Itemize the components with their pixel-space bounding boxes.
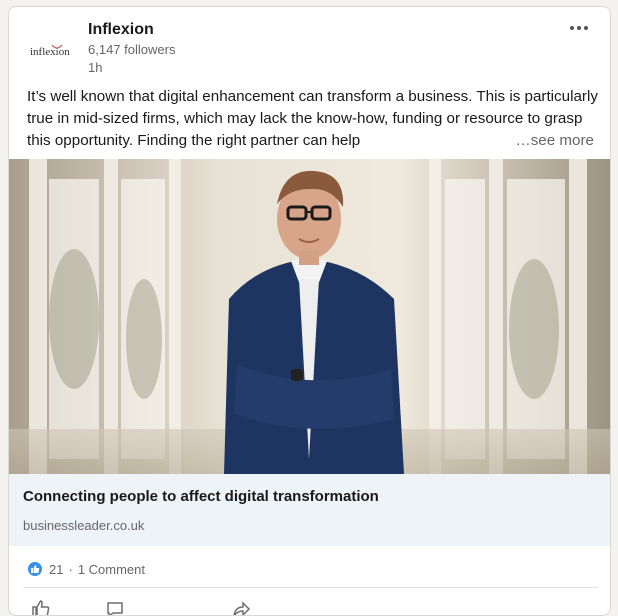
post-actions <box>9 591 610 616</box>
logo-wordmark: inflexion <box>30 46 70 58</box>
post-header: inflexion Inflexion 6,147 followers 1h <box>9 7 610 83</box>
share-icon[interactable] <box>231 599 251 616</box>
social-counts: 21 · 1 Comment <box>27 558 145 580</box>
see-more-link[interactable]: …see more <box>509 130 594 152</box>
like-icon[interactable] <box>31 599 51 616</box>
company-name[interactable]: Inflexion <box>88 21 154 39</box>
feed-post-card: inflexion Inflexion 6,147 followers 1h I… <box>8 6 611 616</box>
comment-count[interactable]: 1 Comment <box>78 562 145 577</box>
inflexion-logo-icon: inflexion <box>30 44 70 58</box>
divider <box>23 587 598 588</box>
like-icon <box>27 561 43 577</box>
count-separator: · <box>68 561 73 577</box>
ellipsis-icon[interactable] <box>564 18 594 38</box>
reaction-count[interactable]: 21 <box>49 562 63 577</box>
post-timestamp: 1h <box>88 60 103 75</box>
follower-count: 6,147 followers <box>88 42 176 57</box>
comment-icon[interactable] <box>105 599 125 616</box>
portrait-photo <box>9 159 610 474</box>
post-image[interactable] <box>9 159 610 474</box>
company-logo[interactable]: inflexion <box>29 27 77 75</box>
link-preview[interactable]: Connecting people to affect digital tran… <box>9 474 610 546</box>
link-title[interactable]: Connecting people to affect digital tran… <box>23 488 379 505</box>
link-domain: businessleader.co.uk <box>23 518 145 533</box>
